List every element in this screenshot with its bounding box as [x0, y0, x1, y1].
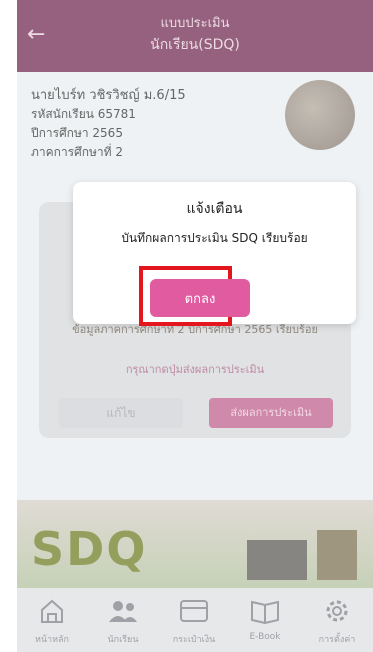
dialog-title: แจ้งเตือน: [186, 201, 243, 217]
app-screen: ← แบบประเมิน นักเรียน(SDQ) นายไบร์ท วชิร…: [17, 0, 373, 652]
ok-button[interactable]: ตกลง: [150, 279, 250, 317]
modal-overlay: [17, 0, 373, 652]
dialog-message: บันทึกผลการประเมิน SDQ เรียบร้อย: [121, 231, 308, 245]
